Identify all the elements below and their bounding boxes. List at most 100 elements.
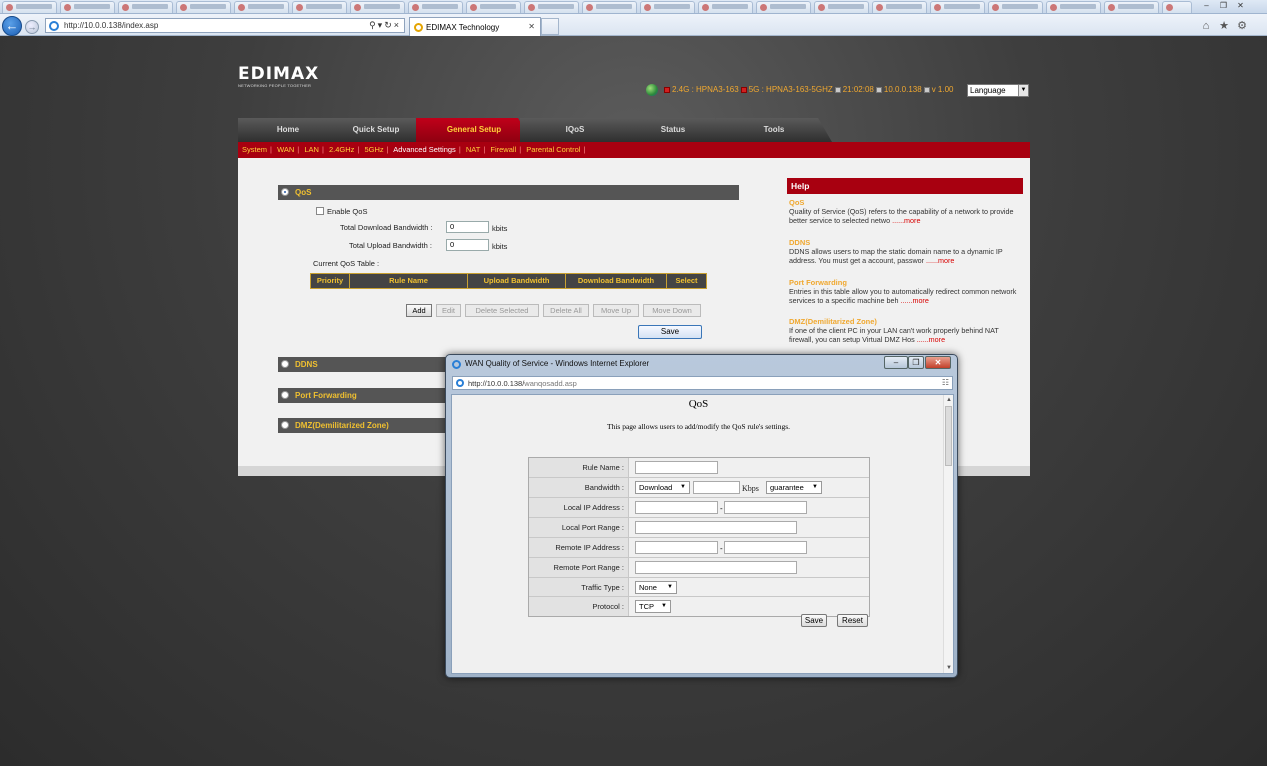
bandwidth-mode-select[interactable]: guarantee ▼ bbox=[766, 481, 822, 494]
browser-tab[interactable] bbox=[350, 1, 405, 13]
move-up-button[interactable]: Move Up bbox=[593, 304, 639, 317]
browser-tab[interactable] bbox=[756, 1, 811, 13]
tab-close-icon[interactable]: ✕ bbox=[528, 22, 535, 31]
favorites-icon[interactable]: ★ bbox=[1218, 20, 1230, 32]
remote-ip-start-input[interactable] bbox=[635, 541, 718, 554]
browser-tab[interactable] bbox=[176, 1, 231, 13]
popup-maximize-icon[interactable]: ❐ bbox=[908, 356, 924, 369]
move-down-button[interactable]: Move Down bbox=[643, 304, 701, 317]
popup-close-icon[interactable]: ✕ bbox=[925, 356, 951, 369]
address-bar[interactable]: http://10.0.0.138/index.asp ⚲▾↻× bbox=[45, 18, 405, 33]
popup-scrollbar[interactable]: ▲ ▼ bbox=[943, 395, 953, 673]
scroll-down-icon[interactable]: ▼ bbox=[944, 663, 954, 673]
tab-tools[interactable]: Tools bbox=[716, 118, 832, 142]
popup-save-button[interactable]: Save bbox=[801, 614, 827, 627]
browser-tab[interactable] bbox=[814, 1, 869, 13]
add-button[interactable]: Add bbox=[406, 304, 432, 317]
tab-title: EDIMAX Technology bbox=[426, 23, 500, 32]
popup-reset-button[interactable]: Reset bbox=[837, 614, 868, 627]
qos-save-button[interactable]: Save bbox=[638, 325, 702, 339]
radio-icon[interactable] bbox=[281, 391, 289, 399]
tab-status[interactable]: Status bbox=[618, 118, 728, 142]
browser-tab[interactable] bbox=[698, 1, 753, 13]
browser-tab[interactable] bbox=[582, 1, 637, 13]
bandwidth-direction-select[interactable]: Download ▼ bbox=[635, 481, 690, 494]
forward-button[interactable]: → bbox=[25, 20, 39, 34]
local-ip-start-input[interactable] bbox=[635, 501, 718, 514]
rule-name-input[interactable] bbox=[635, 461, 718, 474]
popup-address-bar[interactable]: http://10.0.0.138/wanqosadd.asp ☷ bbox=[452, 376, 953, 390]
submenu-parental-control[interactable]: Parental Control bbox=[526, 145, 580, 154]
submenu-advanced-settings[interactable]: Advanced Settings bbox=[393, 145, 456, 154]
local-port-range-input[interactable] bbox=[635, 521, 797, 534]
browser-tab[interactable] bbox=[640, 1, 695, 13]
chevron-down-icon: ▼ bbox=[1018, 85, 1028, 96]
new-tab-button[interactable] bbox=[541, 18, 559, 35]
local-ip-end-input[interactable] bbox=[724, 501, 807, 514]
download-bandwidth-input[interactable]: 0 bbox=[446, 221, 489, 233]
submenu-nat[interactable]: NAT bbox=[466, 145, 480, 154]
form-row-local-port: Local Port Range : bbox=[529, 518, 869, 538]
traffic-type-select[interactable]: None ▼ bbox=[635, 581, 677, 594]
help-dmz-more-link[interactable]: ......more bbox=[917, 335, 945, 344]
edit-button[interactable]: Edit bbox=[436, 304, 461, 317]
compatibility-icon[interactable]: ☷ bbox=[942, 378, 949, 387]
bandwidth-input[interactable] bbox=[693, 481, 740, 494]
radio-icon[interactable] bbox=[281, 421, 289, 429]
browser-tab[interactable] bbox=[988, 1, 1043, 13]
browser-tab[interactable] bbox=[930, 1, 985, 13]
enable-qos-checkbox[interactable] bbox=[316, 207, 324, 215]
language-select-value: Language bbox=[970, 86, 1006, 95]
back-button[interactable]: ← bbox=[2, 16, 22, 36]
submenu-wan[interactable]: WAN bbox=[277, 145, 294, 154]
submenu-system[interactable]: System bbox=[242, 145, 267, 154]
qos-section-header[interactable]: QoS bbox=[278, 185, 739, 200]
browser-tab[interactable] bbox=[292, 1, 347, 13]
submenu-5ghz[interactable]: 5GHz bbox=[364, 145, 383, 154]
tab-home[interactable]: Home bbox=[238, 118, 338, 142]
submenu-lan[interactable]: LAN bbox=[304, 145, 319, 154]
address-tools-icon[interactable]: ⚲▾↻× bbox=[369, 20, 401, 31]
help-port-forwarding-more-link[interactable]: ......more bbox=[900, 296, 928, 305]
home-icon[interactable]: ⌂ bbox=[1200, 20, 1212, 32]
browser-tab[interactable] bbox=[1104, 1, 1159, 13]
delete-all-button[interactable]: Delete All bbox=[543, 304, 589, 317]
browser-tab[interactable] bbox=[118, 1, 173, 13]
scrollbar-thumb[interactable] bbox=[945, 406, 952, 466]
minimize-icon[interactable]: – bbox=[1200, 1, 1213, 11]
delete-selected-button[interactable]: Delete Selected bbox=[465, 304, 539, 317]
tab-iqos[interactable]: IQoS bbox=[520, 118, 630, 142]
browser-tab[interactable] bbox=[234, 1, 289, 13]
close-icon[interactable]: ✕ bbox=[1234, 1, 1247, 11]
popup-minimize-icon[interactable]: – bbox=[884, 356, 908, 369]
download-bandwidth-label: Total Download Bandwidth : bbox=[340, 223, 433, 232]
upload-bandwidth-input[interactable]: 0 bbox=[446, 239, 489, 251]
help-ddns-more-link[interactable]: ......more bbox=[926, 256, 954, 265]
maximize-icon[interactable]: ❐ bbox=[1217, 1, 1230, 11]
scroll-up-icon[interactable]: ▲ bbox=[944, 395, 954, 405]
submenu-firewall[interactable]: Firewall bbox=[490, 145, 516, 154]
browser-tab[interactable] bbox=[872, 1, 927, 13]
tab-general-setup[interactable]: General Setup bbox=[416, 118, 532, 142]
remote-port-label: Remote Port Range : bbox=[529, 558, 629, 577]
browser-tab[interactable] bbox=[2, 1, 57, 13]
browser-tab[interactable] bbox=[408, 1, 463, 13]
tab-quick-setup[interactable]: Quick Setup bbox=[324, 118, 428, 142]
submenu-24ghz[interactable]: 2.4GHz bbox=[329, 145, 354, 154]
browser-tab[interactable] bbox=[466, 1, 521, 13]
remote-ip-end-input[interactable] bbox=[724, 541, 807, 554]
remote-port-range-input[interactable] bbox=[635, 561, 797, 574]
upload-unit: kbits bbox=[492, 242, 508, 251]
protocol-select[interactable]: TCP ▼ bbox=[635, 600, 671, 613]
radio-selected-icon[interactable] bbox=[281, 188, 289, 196]
help-qos-more-link[interactable]: ......more bbox=[892, 216, 920, 225]
browser-tab[interactable] bbox=[1046, 1, 1101, 13]
browser-tab[interactable] bbox=[524, 1, 579, 13]
browser-active-tab[interactable]: EDIMAX Technology ✕ bbox=[409, 17, 541, 36]
browser-tab[interactable] bbox=[1162, 1, 1192, 13]
band-24-label: 2.4G bbox=[672, 85, 690, 94]
radio-icon[interactable] bbox=[281, 360, 289, 368]
gear-icon[interactable]: ⚙ bbox=[1236, 20, 1248, 32]
language-select[interactable]: Language ▼ bbox=[967, 84, 1029, 97]
browser-tab[interactable] bbox=[60, 1, 115, 13]
